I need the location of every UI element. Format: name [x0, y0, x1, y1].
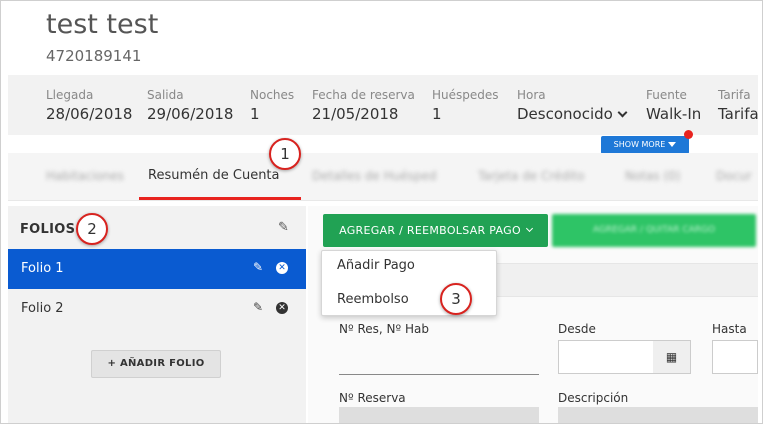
tab-tarjeta-credito[interactable]: Tarjeta de Crédito	[478, 169, 584, 183]
info-label: Llegada	[46, 88, 94, 102]
add-folio-label: AÑADIR FOLIO	[119, 358, 205, 369]
info-fecha-reserva: Fecha de reserva 21/05/2018	[312, 88, 415, 123]
info-fuente: Fuente Walk-In	[646, 88, 701, 123]
guest-name: test test	[46, 9, 159, 40]
tab-documentos[interactable]: Docur	[716, 169, 752, 183]
calendar-icon[interactable]: ▦	[653, 340, 691, 374]
info-value: 21/05/2018	[312, 105, 399, 123]
info-tarifa: Tarifa Tarifa	[718, 88, 759, 123]
hora-select[interactable]: Desconocido	[517, 105, 628, 123]
info-value: 1	[250, 105, 260, 123]
tab-resumen-cuenta[interactable]: Resumén de Cuenta	[148, 168, 280, 183]
hasta-date-input[interactable]	[712, 340, 758, 374]
info-hora[interactable]: Hora Desconocido	[517, 88, 628, 123]
close-circle-icon[interactable]: ✕	[276, 302, 288, 314]
info-label: Tarifa	[718, 88, 751, 102]
folio-label: Folio 2	[21, 301, 64, 316]
info-value: Walk-In	[646, 105, 702, 123]
chevron-down-icon	[525, 224, 533, 233]
chevron-down-icon	[617, 107, 628, 118]
payment-dropdown-menu: Añadir Pago Reembolso	[321, 250, 497, 316]
hasta-label: Hasta	[712, 322, 747, 336]
tab-habitaciones[interactable]: Habitaciones	[46, 169, 124, 183]
edit-pencil-icon[interactable]: ✎	[253, 300, 263, 314]
guest-phone: 4720189141	[46, 47, 142, 65]
info-label: Huéspedes	[432, 88, 499, 102]
active-tab-indicator	[139, 197, 301, 200]
edit-pencil-icon[interactable]: ✎	[278, 220, 289, 235]
info-label: Hora	[517, 88, 546, 102]
callout-marker: 2	[76, 213, 108, 245]
res-hab-label: Nº Res, Nº Hab	[339, 322, 429, 336]
folio-label: Folio 1	[21, 261, 64, 276]
show-more-button[interactable]: SHOW MORE	[601, 136, 689, 154]
info-value: 29/06/2018	[147, 105, 234, 123]
info-noches: Noches 1	[250, 88, 294, 123]
tab-notas[interactable]: Notas (0)	[625, 169, 680, 183]
info-value: 1	[432, 105, 442, 123]
callout-marker: 3	[440, 283, 472, 315]
reserva-label: Nº Reserva	[339, 391, 406, 405]
info-value: 28/06/2018	[46, 105, 133, 123]
descripcion-input[interactable]	[558, 407, 758, 423]
caret-down-icon	[668, 142, 677, 147]
info-value: Desconocido	[517, 105, 613, 123]
tab-detalles-huesped[interactable]: Detalles de Huésped	[312, 169, 437, 183]
folios-panel: FOLIOS ✎ Folio 1 ✎ ✕ Folio 2 ✎ ✕	[8, 206, 306, 423]
add-folio-button[interactable]: + AÑADIR FOLIO	[91, 350, 221, 378]
folios-title: FOLIOS	[20, 222, 76, 237]
info-llegada: Llegada 28/06/2018	[46, 88, 132, 123]
reservation-info-band: Llegada 28/06/2018 Salida 29/06/2018 Noc…	[8, 75, 759, 135]
desde-label: Desde	[558, 322, 596, 336]
add-refund-payment-label: AGREGAR / REEMBOLSAR PAGO	[339, 224, 521, 237]
show-more-label: SHOW MORE	[613, 140, 666, 149]
notification-dot	[684, 130, 693, 139]
info-value: Tarifa	[718, 105, 759, 123]
add-remove-charge-button[interactable]: AGREGAR / QUITAR CARGO	[552, 214, 756, 247]
edit-pencil-icon[interactable]: ✎	[253, 260, 263, 274]
descripcion-label: Descripción	[558, 391, 629, 405]
plus-icon: +	[107, 358, 117, 369]
desde-date-input[interactable]	[558, 340, 654, 374]
info-salida: Salida 29/06/2018	[147, 88, 233, 123]
app-window: test test 4720189141 Llegada 28/06/2018 …	[0, 0, 763, 424]
reserva-input[interactable]	[339, 407, 539, 423]
dropdown-item-reembolso[interactable]: Reembolso	[337, 292, 409, 307]
info-label: Salida	[147, 88, 184, 102]
close-circle-icon[interactable]: ✕	[276, 262, 288, 274]
info-label: Fuente	[646, 88, 687, 102]
folio-item-1[interactable]: Folio 1 ✎ ✕	[8, 249, 306, 289]
add-refund-payment-button[interactable]: AGREGAR / REEMBOLSAR PAGO	[323, 214, 548, 247]
info-huespedes: Huéspedes 1	[432, 88, 499, 123]
dropdown-item-anadir-pago[interactable]: Añadir Pago	[337, 258, 415, 273]
callout-marker: 1	[269, 138, 301, 170]
tabs-row: Habitaciones Resumén de Cuenta Detalles …	[8, 153, 758, 201]
res-hab-input[interactable]	[339, 374, 539, 375]
info-label: Noches	[250, 88, 295, 102]
info-label: Fecha de reserva	[312, 88, 415, 102]
folio-item-2[interactable]: Folio 2 ✎ ✕	[8, 289, 306, 329]
